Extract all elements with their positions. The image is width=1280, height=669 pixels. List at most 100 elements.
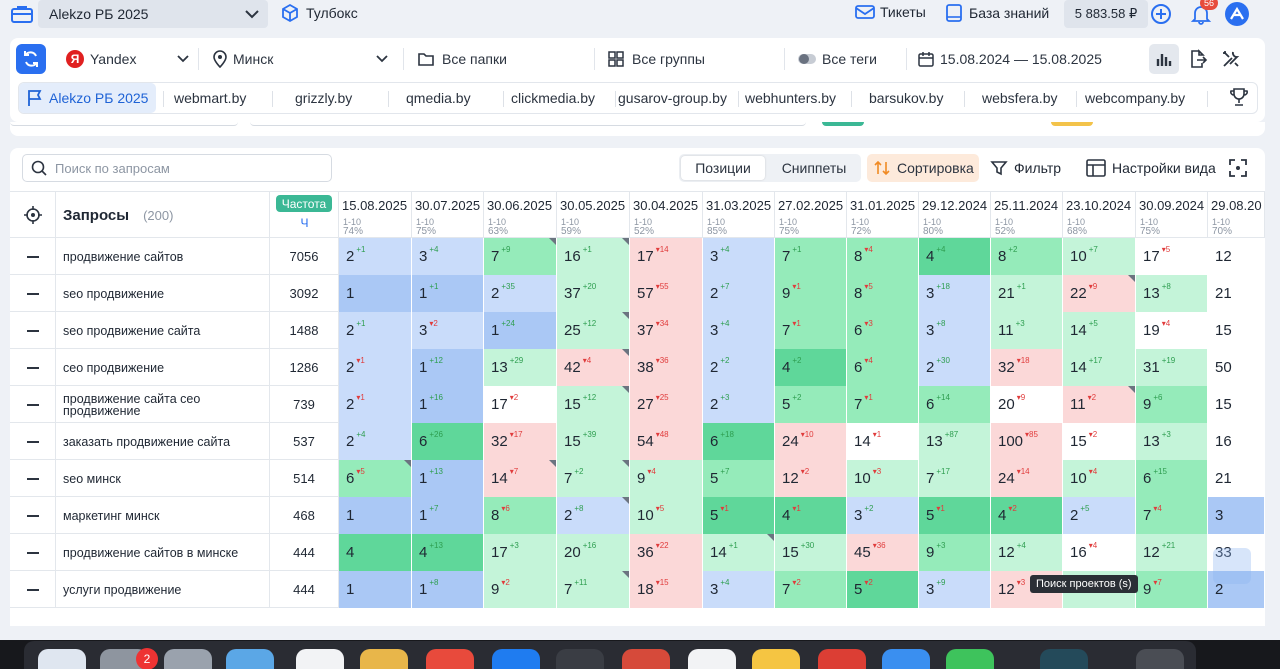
editor-app-icon[interactable] xyxy=(1040,649,1088,669)
position-cell[interactable]: 2 +7 xyxy=(703,275,775,312)
position-cell[interactable]: 13 +87 xyxy=(919,423,991,460)
position-cell[interactable]: 31 +19 xyxy=(1136,349,1208,386)
position-cell[interactable]: 50 xyxy=(1208,349,1265,386)
position-cell[interactable]: 10 ▾3 xyxy=(847,460,919,497)
position-cell[interactable]: 13 +3 xyxy=(1136,423,1208,460)
date-column-header[interactable]: 15.08.2025 1-10 74% xyxy=(339,192,412,238)
position-cell[interactable]: 9 +3 xyxy=(919,534,991,571)
project-tab[interactable]: grizzly.by xyxy=(295,83,352,113)
position-cell[interactable]: 1 +7 xyxy=(412,497,484,534)
date-column-header[interactable]: 27.02.2025 1-10 75% xyxy=(775,192,847,238)
reminders-icon[interactable] xyxy=(296,649,344,669)
query-text[interactable]: seo продвижение xyxy=(56,275,270,312)
date-column-header[interactable]: 30.05.2025 1-10 59% xyxy=(557,192,630,238)
position-cell[interactable]: 1 xyxy=(339,571,412,608)
tools-button[interactable] xyxy=(1216,44,1246,74)
toolbox-link[interactable]: Тулбокс xyxy=(280,3,358,23)
position-cell[interactable]: 1 xyxy=(339,275,412,312)
position-cell[interactable]: 21 +1 xyxy=(991,275,1063,312)
project-tab[interactable]: webcompany.by xyxy=(1085,83,1185,113)
add-funds-button[interactable] xyxy=(1150,3,1172,25)
date-column-header[interactable]: 30.06.2025 1-10 63% xyxy=(484,192,557,238)
search-engine-select[interactable]: Я Yandex xyxy=(66,44,190,74)
position-cell[interactable]: 38 ▾36 xyxy=(630,349,703,386)
position-cell[interactable]: 32 ▾18 xyxy=(991,349,1063,386)
position-cell[interactable]: 9 ▾1 xyxy=(775,275,847,312)
finder-icon[interactable] xyxy=(38,649,86,669)
position-cell[interactable]: 2 +1 xyxy=(339,312,412,349)
position-cell[interactable]: 10 ▾4 xyxy=(1063,460,1136,497)
position-cell[interactable]: 14 +17 xyxy=(1063,349,1136,386)
row-collapse-button[interactable] xyxy=(10,460,56,497)
row-collapse-button[interactable] xyxy=(10,275,56,312)
snippets-tab[interactable]: Сниппеты xyxy=(769,156,859,180)
position-cell[interactable]: 5 ▾1 xyxy=(703,497,775,534)
position-cell[interactable]: 2 +4 xyxy=(339,423,412,460)
position-cell[interactable]: 13 +29 xyxy=(484,349,557,386)
position-cell[interactable]: 15 +30 xyxy=(775,534,847,571)
position-cell[interactable]: 1 xyxy=(339,497,412,534)
position-cell[interactable]: 11 +3 xyxy=(991,312,1063,349)
position-cell[interactable]: 5 ▾2 xyxy=(847,571,919,608)
avatar[interactable] xyxy=(1225,2,1249,26)
position-cell[interactable]: 37 ▾34 xyxy=(630,312,703,349)
query-text[interactable]: seo минск xyxy=(56,460,270,497)
position-cell[interactable]: 1 +12 xyxy=(412,349,484,386)
region-select[interactable]: Минск xyxy=(213,44,389,74)
row-collapse-button[interactable] xyxy=(10,386,56,423)
query-text[interactable]: сео продвижение xyxy=(56,349,270,386)
row-collapse-button[interactable] xyxy=(10,423,56,460)
position-cell[interactable]: 6 +18 xyxy=(703,423,775,460)
position-cell[interactable]: 7 +9 xyxy=(484,238,557,275)
position-cell[interactable]: 16 +1 xyxy=(557,238,630,275)
view-settings-button[interactable]: Настройки вида xyxy=(1086,154,1216,182)
position-cell[interactable]: 3 +4 xyxy=(703,238,775,275)
folders-select[interactable]: Все папки xyxy=(418,44,507,74)
query-text[interactable]: маркетинг минск xyxy=(56,497,270,534)
position-cell[interactable]: 12 +4 xyxy=(991,534,1063,571)
position-cell[interactable]: 6 +26 xyxy=(412,423,484,460)
position-cell[interactable]: 36 ▾22 xyxy=(630,534,703,571)
utility-app-icon[interactable] xyxy=(556,649,604,669)
position-cell[interactable]: 18 ▾15 xyxy=(630,571,703,608)
project-tab[interactable]: websfera.by xyxy=(982,83,1057,113)
project-tab[interactable]: barsukov.by xyxy=(869,83,943,113)
positions-tab[interactable]: Позиции xyxy=(681,156,765,180)
position-cell[interactable]: 19 ▾4 xyxy=(1136,312,1208,349)
project-selector[interactable]: Alekzo РБ 2025 xyxy=(38,0,268,28)
position-cell[interactable]: 100 ▾85 xyxy=(991,423,1063,460)
row-collapse-button[interactable] xyxy=(10,571,56,608)
position-cell[interactable]: 14 +1 xyxy=(703,534,775,571)
query-text[interactable]: продвижение сайта сео продвижение xyxy=(56,386,270,423)
position-cell[interactable]: 2 +8 xyxy=(557,497,630,534)
position-cell[interactable]: 3 +4 xyxy=(412,238,484,275)
position-cell[interactable]: 12 xyxy=(1208,238,1265,275)
position-cell[interactable]: 7 +2 xyxy=(557,460,630,497)
trophy-icon[interactable] xyxy=(1229,87,1249,107)
position-cell[interactable]: 2 ▾1 xyxy=(339,386,412,423)
row-collapse-button[interactable] xyxy=(10,534,56,571)
position-cell[interactable]: 21 xyxy=(1208,275,1265,312)
position-cell[interactable]: 9 ▾4 xyxy=(630,460,703,497)
position-cell[interactable]: 5 ▾1 xyxy=(919,497,991,534)
position-cell[interactable]: 17 ▾14 xyxy=(630,238,703,275)
balance[interactable]: 5 883.58 ₽ xyxy=(1064,0,1148,28)
position-cell[interactable]: 27 ▾25 xyxy=(630,386,703,423)
position-cell[interactable]: 4 ▾1 xyxy=(775,497,847,534)
position-cell[interactable]: 9 +6 xyxy=(1136,386,1208,423)
position-cell[interactable]: 8 +2 xyxy=(991,238,1063,275)
position-cell[interactable]: 15 xyxy=(1208,312,1265,349)
position-cell[interactable]: 2 +1 xyxy=(339,238,412,275)
position-cell[interactable]: 8 ▾6 xyxy=(484,497,557,534)
position-cell[interactable]: 2 +2 xyxy=(703,349,775,386)
position-cell[interactable]: 17 ▾5 xyxy=(1136,238,1208,275)
notes-icon[interactable] xyxy=(752,649,800,669)
telegram-icon[interactable] xyxy=(882,649,930,669)
apps-icon[interactable] xyxy=(164,649,212,669)
position-cell[interactable]: 24 ▾14 xyxy=(991,460,1063,497)
position-cell[interactable]: 10 ▾5 xyxy=(630,497,703,534)
sort-button[interactable]: Сортировка xyxy=(867,154,979,182)
position-cell[interactable]: 10 +7 xyxy=(1063,238,1136,275)
position-cell[interactable]: 3 xyxy=(1208,497,1265,534)
date-column-header[interactable]: 30.07.2025 1-10 75% xyxy=(412,192,484,238)
